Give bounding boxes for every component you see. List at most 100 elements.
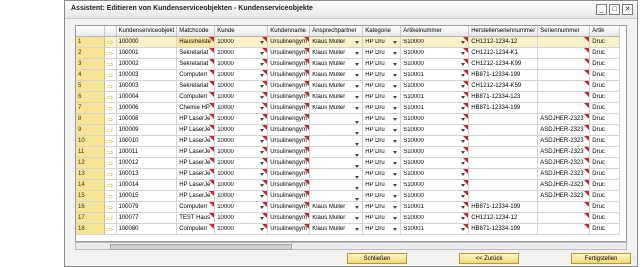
item-number-cell[interactable]: S10001	[400, 69, 470, 81]
column-header[interactable]: Kundenserviceobjekt	[116, 26, 178, 37]
contact-cell[interactable]	[309, 157, 364, 169]
table-row[interactable]: 1 ⇨ 100000 Hausmeiste 10000 Ursulinengym Klaus…	[76, 36, 621, 48]
service-object-id[interactable]: 100004	[116, 91, 178, 103]
row-number[interactable]: 10	[76, 135, 105, 147]
contact-cell[interactable]: Klaus Müller	[309, 102, 364, 114]
manufacturer-serial-cell[interactable]: HB871-12334-123	[468, 91, 539, 103]
row-number[interactable]: 18	[76, 223, 105, 235]
customer-name-cell[interactable]: Ursulinengym	[267, 69, 311, 81]
service-object-id[interactable]: 100002	[116, 58, 178, 70]
link-arrow-icon[interactable]: ⇨	[104, 36, 117, 48]
customer-cell[interactable]: 10000	[214, 69, 269, 81]
row-number[interactable]: 17	[76, 212, 105, 224]
category-cell[interactable]: HP Dru	[362, 80, 402, 92]
column-header[interactable]: Seriennummer	[537, 26, 591, 37]
contact-cell[interactable]	[309, 135, 364, 147]
matchcode-cell[interactable]: Sekretariat	[176, 47, 216, 59]
item-number-cell[interactable]: S10000	[400, 58, 470, 70]
service-object-id[interactable]: 100011	[116, 146, 178, 158]
contact-cell[interactable]	[309, 168, 364, 180]
column-header[interactable]: Artikelnummer	[400, 26, 470, 37]
dropdown-arrow-icon[interactable]	[393, 129, 398, 132]
service-object-id[interactable]: 100008	[116, 113, 178, 125]
matchcode-cell[interactable]: HP LaserJe	[176, 146, 216, 158]
contact-cell[interactable]	[309, 146, 364, 158]
item-cell[interactable]: Druc	[589, 190, 621, 202]
customer-cell[interactable]: 10000	[214, 58, 269, 70]
row-number[interactable]: 14	[76, 179, 105, 191]
customer-name-cell[interactable]: Ursulinengym	[267, 113, 311, 125]
category-cell[interactable]: HP Dru	[362, 36, 402, 48]
customer-name-cell[interactable]: Ursulinengym	[267, 102, 311, 114]
dropdown-arrow-icon[interactable]	[393, 228, 398, 231]
row-number[interactable]: 3	[76, 58, 105, 70]
table-row[interactable]: 14 ⇨ 100014 HP LaserJe 10000 Ursulinengym HP D…	[76, 179, 621, 191]
matchcode-cell[interactable]: Sekretariat	[176, 58, 216, 70]
category-cell[interactable]: HP Dru	[362, 212, 402, 224]
back-button[interactable]: << Zurück	[459, 253, 519, 264]
link-arrow-icon[interactable]: ⇨	[104, 223, 117, 235]
matchcode-cell[interactable]: HP LaserJe	[176, 135, 216, 147]
matchcode-cell[interactable]: HP LaserJe	[176, 113, 216, 125]
dropdown-arrow-icon[interactable]	[393, 162, 398, 165]
dropdown-arrow-icon[interactable]	[355, 63, 360, 66]
serial-number-cell[interactable]	[537, 58, 591, 70]
item-cell[interactable]: Druc	[589, 113, 621, 125]
dropdown-arrow-icon[interactable]	[355, 96, 360, 99]
category-cell[interactable]: HP Dru	[362, 223, 402, 235]
table-row[interactable]: 3 ⇨ 100002 Sekretariat 10000 Ursulinengym Klau…	[76, 58, 621, 70]
item-number-cell[interactable]: S10000	[400, 179, 470, 191]
row-number[interactable]: 6	[76, 91, 105, 103]
manufacturer-serial-cell[interactable]: HB871-12334-199	[468, 201, 539, 213]
dropdown-arrow-icon[interactable]	[355, 85, 360, 88]
table-row[interactable]: 12 ⇨ 100012 HP LaserJe 10000 Ursulinengym HP D…	[76, 157, 621, 169]
matchcode-cell[interactable]: HP LaserJe	[176, 168, 216, 180]
table-row[interactable]: 16 ⇨ 100079 Computerr 10000 Ursulinengym Klaus…	[76, 201, 621, 213]
manufacturer-serial-cell[interactable]: HB871-12334-199	[468, 69, 539, 81]
link-arrow-icon[interactable]: ⇨	[104, 91, 117, 103]
manufacturer-serial-cell[interactable]: CH1212-1234-12	[468, 36, 539, 48]
customer-name-cell[interactable]: Ursulinengym	[267, 146, 311, 158]
service-object-id[interactable]: 100003	[116, 69, 178, 81]
row-number[interactable]: 2	[76, 47, 105, 59]
contact-cell[interactable]	[309, 179, 364, 191]
customer-cell[interactable]: 10000	[214, 102, 269, 114]
horizontal-scrollbar[interactable]	[75, 242, 627, 250]
item-number-cell[interactable]: S10001	[400, 102, 470, 114]
manufacturer-serial-cell[interactable]	[468, 124, 539, 136]
link-arrow-icon[interactable]: ⇨	[104, 58, 117, 70]
table-row[interactable]: 7 ⇨ 100006 Chemie HP 10000 Ursulinengym Klaus …	[76, 102, 621, 114]
dropdown-arrow-icon[interactable]	[393, 63, 398, 66]
category-cell[interactable]: HP Dru	[362, 168, 402, 180]
item-number-cell[interactable]: S10001	[400, 201, 470, 213]
item-cell[interactable]: Druc	[589, 201, 621, 213]
item-number-cell[interactable]: S10000	[400, 135, 470, 147]
customer-cell[interactable]: 10000	[214, 157, 269, 169]
customer-name-cell[interactable]: Ursulinengym	[267, 179, 311, 191]
category-cell[interactable]: HP Dru	[362, 113, 402, 125]
service-object-id[interactable]: 100010	[116, 135, 178, 147]
link-arrow-icon[interactable]: ⇨	[104, 124, 117, 136]
matchcode-cell[interactable]: Computerr	[176, 91, 216, 103]
customer-name-cell[interactable]: Ursulinengym	[267, 91, 311, 103]
table-row[interactable]: 2 ⇨ 100001 Sekretariat 10000 Ursulinengym Klau…	[76, 47, 621, 59]
dropdown-arrow-icon[interactable]	[355, 228, 360, 231]
customer-name-cell[interactable]: Ursulinengym	[267, 47, 311, 59]
customer-name-cell[interactable]: Ursulinengym	[267, 36, 311, 48]
category-cell[interactable]: HP Dru	[362, 157, 402, 169]
serial-number-cell[interactable]	[537, 223, 591, 235]
manufacturer-serial-cell[interactable]	[468, 168, 539, 180]
finish-button[interactable]: Fertigstellen	[571, 253, 631, 264]
dropdown-arrow-icon[interactable]	[393, 195, 398, 198]
row-number[interactable]: 5	[76, 80, 105, 92]
contact-cell[interactable]: Klaus Müller	[309, 223, 364, 235]
item-cell[interactable]: Druc	[589, 212, 621, 224]
contact-cell[interactable]	[309, 190, 364, 202]
link-arrow-icon[interactable]: ⇨	[104, 135, 117, 147]
column-header[interactable]	[104, 26, 117, 37]
contact-cell[interactable]: Klaus Müller	[309, 80, 364, 92]
row-number[interactable]: 9	[76, 124, 105, 136]
manufacturer-serial-cell[interactable]	[468, 190, 539, 202]
table-row[interactable]: 18 ⇨ 100080 Computerr 10000 Ursulinengym Klaus…	[76, 223, 621, 235]
item-number-cell[interactable]: S10001	[400, 223, 470, 235]
